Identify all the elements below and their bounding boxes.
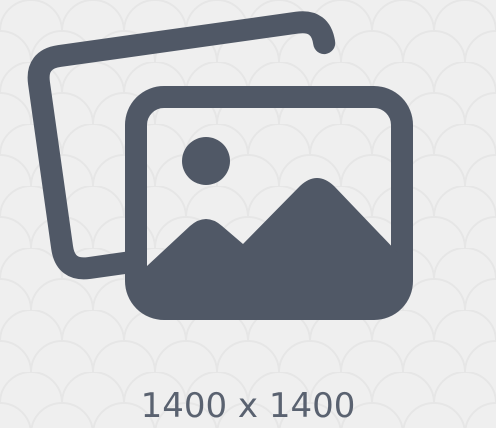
sun-shape xyxy=(182,137,230,185)
image-gallery-icon xyxy=(27,11,413,320)
mountains-shape xyxy=(147,178,399,290)
image-placeholder: 1400 x 1400 xyxy=(0,0,496,428)
dimensions-label: 1400 x 1400 xyxy=(140,386,356,426)
